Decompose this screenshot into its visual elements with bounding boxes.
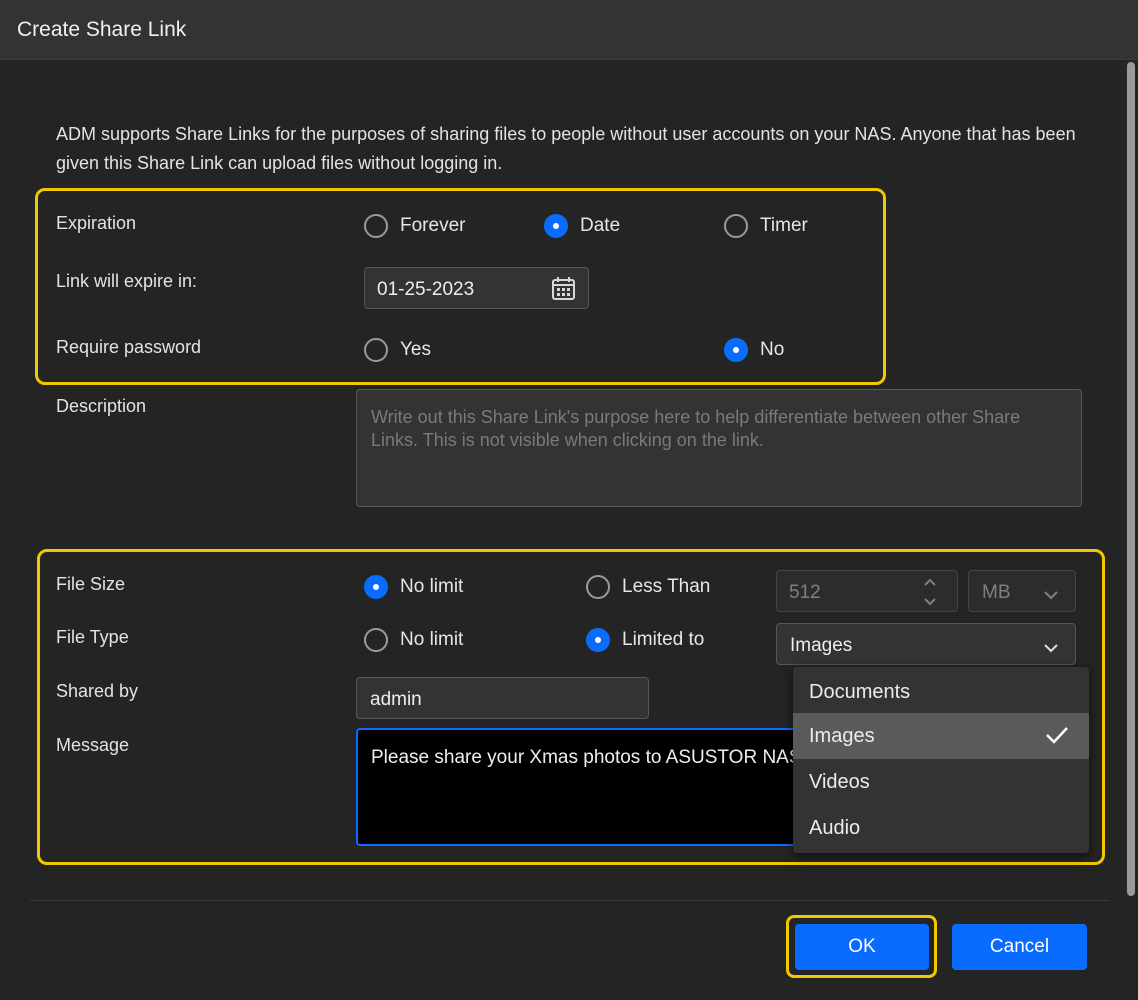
create-share-link-dialog: Create Share Link ADM supports Share Lin… (0, 0, 1138, 1000)
file-size-unit-value: MB (982, 582, 1011, 603)
file-type-no-limit-label: No limit (400, 629, 464, 650)
radio-off-icon (364, 628, 388, 652)
expiration-forever-label: Forever (400, 215, 466, 236)
expiration-timer-radio[interactable]: Timer (724, 214, 808, 238)
dropdown-option-videos[interactable]: Videos (793, 759, 1089, 805)
expiration-label: Expiration (56, 213, 137, 233)
file-size-unit-select[interactable]: MB (968, 570, 1076, 612)
radio-off-icon (724, 214, 748, 238)
radio-on-icon (724, 338, 748, 362)
calendar-icon[interactable] (551, 276, 576, 307)
dialog-title: Create Share Link (17, 18, 187, 41)
password-no-label: No (760, 339, 785, 360)
message-textarea[interactable]: Please share your Xmas photos to ASUSTOR… (356, 728, 816, 846)
file-type-dropdown-menu: Documents Images Videos Audio (793, 667, 1089, 853)
ok-button[interactable]: OK (795, 924, 929, 970)
scrollbar[interactable] (1125, 62, 1136, 898)
shared-by-value: admin (370, 689, 422, 710)
password-label: Require password (56, 337, 202, 357)
expire-in-label: Link will expire in: (56, 271, 198, 291)
radio-off-icon (364, 214, 388, 238)
expiration-date-radio[interactable]: Date (544, 214, 620, 238)
file-type-label: File Type (56, 627, 129, 647)
intro-text: ADM supports Share Links for the purpose… (56, 124, 1076, 173)
dropdown-option-images-label: Images (809, 724, 875, 747)
radio-off-icon (364, 338, 388, 362)
description-placeholder: Write out this Share Link's purpose here… (371, 407, 1021, 450)
file-size-no-limit-radio[interactable]: No limit (364, 575, 463, 599)
file-size-label: File Size (56, 574, 126, 594)
file-type-select-value: Images (790, 635, 853, 656)
file-size-no-limit-label: No limit (400, 576, 464, 597)
message-value: Please share your Xmas photos to ASUSTOR… (371, 747, 802, 768)
chevron-down-icon (1043, 585, 1059, 607)
radio-off-icon (586, 575, 610, 599)
expiration-forever-radio[interactable]: Forever (364, 214, 465, 238)
footer-divider (30, 900, 1110, 901)
file-type-limited-radio[interactable]: Limited to (586, 628, 704, 652)
checkmark-icon (1045, 725, 1069, 751)
file-size-value: 512 (789, 582, 821, 603)
radio-on-icon (364, 575, 388, 599)
dropdown-option-images[interactable]: Images (793, 713, 1089, 759)
expiration-timer-label: Timer (760, 215, 808, 236)
description-input[interactable]: Write out this Share Link's purpose here… (356, 389, 1082, 507)
file-type-select[interactable]: Images (776, 623, 1076, 665)
description-label: Description (56, 396, 147, 416)
file-type-limited-label: Limited to (622, 629, 705, 650)
shared-by-input[interactable]: admin (356, 677, 649, 719)
file-type-no-limit-radio[interactable]: No limit (364, 628, 463, 652)
file-size-less-than-label: Less Than (622, 576, 711, 597)
radio-on-icon (586, 628, 610, 652)
password-yes-radio[interactable]: Yes (364, 338, 431, 362)
shared-by-label: Shared by (56, 681, 139, 701)
file-size-stepper[interactable]: 512 (776, 570, 958, 612)
cancel-button[interactable]: Cancel (952, 924, 1087, 970)
expiration-date-label: Date (580, 215, 621, 236)
scrollbar-thumb[interactable] (1127, 62, 1135, 896)
chevron-down-icon (1043, 638, 1059, 660)
password-no-radio[interactable]: No (724, 338, 784, 362)
radio-on-icon (544, 214, 568, 238)
expire-date-field[interactable]: 01-25-2023 (364, 267, 589, 309)
file-size-less-than-radio[interactable]: Less Than (586, 575, 710, 599)
expire-date-value: 01-25-2023 (377, 279, 475, 300)
stepper-arrows-icon[interactable] (923, 576, 937, 614)
message-label: Message (56, 735, 130, 755)
password-yes-label: Yes (400, 339, 431, 360)
dropdown-option-audio[interactable]: Audio (793, 805, 1089, 851)
dialog-titlebar: Create Share Link (0, 0, 1138, 60)
dropdown-option-documents[interactable]: Documents (793, 669, 1089, 715)
